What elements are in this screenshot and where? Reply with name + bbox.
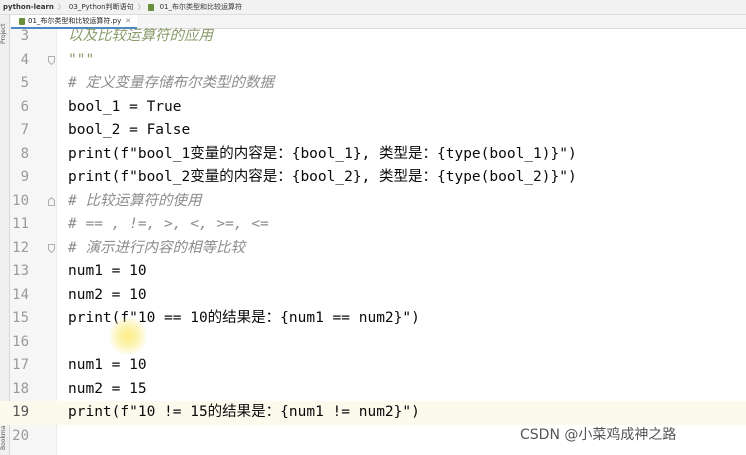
close-tab-icon[interactable]: ✕ xyxy=(125,17,131,25)
code-line: 9 print(f"bool_2变量的内容是：{bool_2}, 类型是：{ty… xyxy=(0,166,746,190)
line-number: 16 xyxy=(12,333,29,350)
code-line: 12 # 演示进行内容的相等比较 xyxy=(0,237,746,261)
line-number: 10 xyxy=(12,192,29,209)
line-number: 15 xyxy=(12,310,29,326)
navigation-breadcrumb: python-learn 〉 03_Python判断语句 〉 01_布尔类型和比… xyxy=(0,0,746,15)
code-line: 11 # == , !=, >, <, >=, <= xyxy=(0,213,746,237)
line-number: 20 xyxy=(12,427,29,444)
breadcrumb-project[interactable]: python-learn xyxy=(0,3,57,11)
line-number: 11 xyxy=(12,216,29,232)
code-line: 13 num1 = 10 xyxy=(0,260,746,284)
current-code-line: 19 print(f"10 != 15的结果是：{num1 != num2}") xyxy=(0,401,746,425)
comment: # == , !=, >, <, >=, <= xyxy=(68,216,269,232)
cursor-highlight-glow xyxy=(108,316,148,356)
line-number: 6 xyxy=(20,98,29,115)
code-text: num1 = 10 xyxy=(68,263,147,279)
breadcrumb-separator: 〉 xyxy=(57,3,65,11)
line-number: 5 xyxy=(20,75,29,91)
line-number: 8 xyxy=(20,145,29,162)
docstring-end: """ xyxy=(68,51,95,68)
code-text: print(f"bool_1变量的内容是：{bool_1}, 类型是：{type… xyxy=(68,145,577,162)
fold-end-icon[interactable] xyxy=(48,55,55,65)
breadcrumb-separator: 〉 xyxy=(137,3,145,11)
comment: # 比较运算符的使用 xyxy=(68,192,202,209)
line-number: 13 xyxy=(12,263,29,279)
line-number: 14 xyxy=(12,286,29,303)
comment: # 演示进行内容的相等比较 xyxy=(68,239,245,256)
code-line: 18 num2 = 15 xyxy=(0,378,746,402)
code-text: bool_1 = True xyxy=(68,98,182,115)
breadcrumb-folder[interactable]: 03_Python判断语句 xyxy=(66,2,137,12)
line-number: 9 xyxy=(20,169,29,185)
code-line: 10 # 比较运算符的使用 xyxy=(0,190,746,214)
line-number: 18 xyxy=(12,380,29,397)
line-number: 4 xyxy=(20,51,29,68)
line-number: 19 xyxy=(12,404,29,420)
code-text: num2 = 15 xyxy=(68,380,147,397)
line-number: 3 xyxy=(20,28,29,44)
fold-end-icon[interactable] xyxy=(48,243,55,253)
code-line: 17 num1 = 10 xyxy=(0,354,746,378)
python-file-icon xyxy=(147,3,154,11)
code-text: num1 = 10 xyxy=(68,357,147,373)
code-line: 8 print(f"bool_1变量的内容是：{bool_1}, 类型是：{ty… xyxy=(0,143,746,167)
code-line: 3 以及比较运算符的应用 xyxy=(0,25,746,49)
code-line: 5 # 定义变量存储布尔类型的数据 xyxy=(0,72,746,96)
code-line: 6 bool_1 = True xyxy=(0,96,746,120)
line-number: 12 xyxy=(12,239,29,256)
code-line: 4 """ xyxy=(0,49,746,73)
docstring-text: 以及比较运算符的应用 xyxy=(68,28,213,44)
watermark: CSDN @小菜鸡成神之路 xyxy=(520,427,677,443)
code-text: print(f"10 != 15的结果是：{num1 != num2}") xyxy=(68,404,420,420)
line-number: 7 xyxy=(20,122,29,138)
fold-start-icon[interactable] xyxy=(48,196,55,206)
python-file-icon xyxy=(19,17,25,25)
code-line: 7 bool_2 = False xyxy=(0,119,746,143)
comment: # 定义变量存储布尔类型的数据 xyxy=(68,75,274,91)
code-line: 14 num2 = 10 xyxy=(0,284,746,308)
code-text: print(f"bool_2变量的内容是：{bool_2}, 类型是：{type… xyxy=(68,169,577,185)
code-text: bool_2 = False xyxy=(68,122,191,138)
breadcrumb-file[interactable]: 01_布尔类型和比较运算符 xyxy=(157,2,245,12)
line-number: 17 xyxy=(12,357,29,373)
code-text: num2 = 10 xyxy=(68,286,147,303)
